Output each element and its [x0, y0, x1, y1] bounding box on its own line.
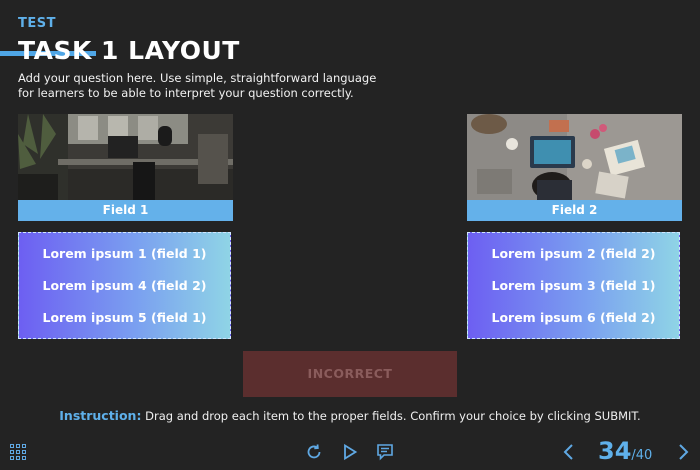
question-text: Add your question here. Use simple, stra… — [18, 71, 377, 100]
current-page: 34 — [598, 437, 632, 465]
drag-item[interactable]: Lorem ipsum 2 (field 2) — [491, 246, 655, 261]
instruction-body: Drag and drop each item to the proper fi… — [145, 409, 641, 423]
drag-item[interactable]: Lorem ipsum 4 (field 2) — [42, 278, 206, 293]
section-tag: TEST — [18, 16, 56, 31]
drag-item[interactable]: Lorem ipsum 1 (field 1) — [42, 246, 206, 261]
field-1-dropzone[interactable]: Lorem ipsum 1 (field 1) Lorem ipsum 4 (f… — [18, 232, 231, 339]
chat-icon[interactable] — [376, 443, 394, 461]
chevron-left-icon[interactable] — [562, 443, 576, 461]
field-2-image — [467, 114, 682, 200]
field-2-label: Field 2 — [467, 200, 682, 221]
instruction-prefix: Instruction: — [59, 408, 142, 423]
chevron-right-icon[interactable] — [676, 443, 690, 461]
total-pages: /40 — [631, 448, 653, 463]
page-title: TASK 1 LAYOUT — [18, 36, 240, 65]
field-2-dropzone[interactable]: Lorem ipsum 2 (field 2) Lorem ipsum 3 (f… — [467, 232, 680, 339]
instruction-text: Instruction: Drag and drop each item to … — [0, 408, 700, 423]
field-1-label: Field 1 — [18, 200, 233, 221]
drag-item[interactable]: Lorem ipsum 3 (field 1) — [491, 278, 655, 293]
page-indicator: 34/40 — [598, 437, 652, 465]
drag-item[interactable]: Lorem ipsum 6 (field 2) — [491, 310, 655, 325]
grid-menu-icon[interactable] — [10, 444, 26, 460]
field-1-image — [18, 114, 233, 200]
reload-icon[interactable] — [305, 443, 323, 461]
drag-item[interactable]: Lorem ipsum 5 (field 1) — [42, 310, 206, 325]
play-icon[interactable] — [341, 443, 359, 461]
incorrect-feedback-button[interactable]: INCORRECT — [243, 351, 457, 397]
